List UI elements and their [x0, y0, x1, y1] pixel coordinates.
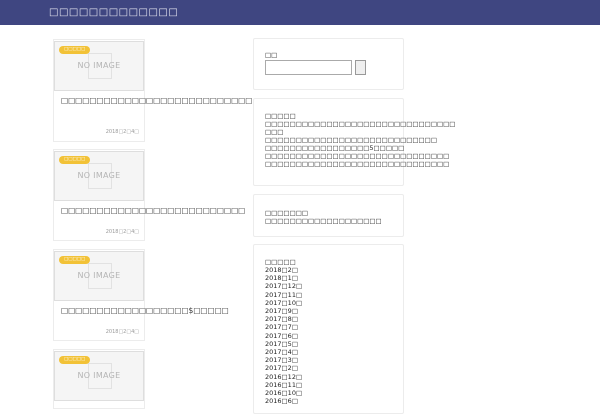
post-thumbnail[interactable]: NO IMAGE □□□□□	[54, 41, 144, 91]
site-header: □□□□□□□□□□□□□	[0, 0, 600, 25]
post-title[interactable]: □□□□□□□□□□□□□□□□□□□□□□□□□□□	[54, 91, 252, 106]
about-line: □□□□□□□□□□□□□□□□□□□□□□□□□□□□□□	[265, 160, 450, 168]
post-card[interactable]: NO IMAGE □□□□□ □□□□□□□□□□□□□□□□□□$□□□□□ …	[53, 249, 229, 341]
category-badge[interactable]: □□□□□	[59, 256, 91, 264]
archive-link[interactable]: 2017□4□	[265, 348, 302, 356]
about-line: □□□	[265, 128, 284, 136]
archive-link[interactable]: 2016□11□	[265, 381, 302, 389]
about-line: □□□□□□□□□□□□□□□□□□□□□□□□□□□□	[265, 136, 437, 144]
post-date: 2018□2□4□	[105, 129, 139, 135]
archive-link[interactable]: 2017□3□	[265, 356, 302, 364]
no-image-label: NO IMAGE	[77, 371, 121, 380]
no-image-label: NO IMAGE	[77, 271, 121, 280]
post-thumbnail[interactable]: NO IMAGE □□□□□	[54, 351, 144, 401]
archive-link[interactable]: 2017□8□	[265, 315, 302, 323]
archive-link[interactable]: 2017□5□	[265, 340, 302, 348]
post-title[interactable]: □□□□□□□□□□□□□□□□□□□□□□□□□□	[54, 201, 245, 216]
post-card[interactable]: NO IMAGE □□□□□	[53, 349, 145, 409]
recent-comments-widget: □□□□□□□ □□□□□□□□□□□□□□□□□□□	[253, 194, 404, 237]
about-line: □□□□□□□□□□□□□□□□□□□□□□□□□□□□□□□	[265, 120, 456, 128]
post-date: 2018□2□4□	[105, 229, 139, 235]
category-badge[interactable]: □□□□□	[59, 156, 91, 164]
archive-link[interactable]: 2016□12□	[265, 373, 302, 381]
archive-link[interactable]: 2017□7□	[265, 323, 302, 331]
about-widget: □□□□□ □□□□□□□□□□□□□□□□□□□□□□□□□□□□□□□ □□…	[253, 98, 455, 186]
post-card[interactable]: NO IMAGE □□□□□ □□□□□□□□□□□□□□□□□□□□□□□□□…	[53, 149, 245, 241]
comments-text: □□□□□□□□□□□□□□□□□□□	[265, 217, 382, 225]
archive-link[interactable]: 2017□12□	[265, 282, 302, 290]
category-badge[interactable]: □□□□□	[59, 46, 91, 54]
post-thumbnail[interactable]: NO IMAGE □□□□□	[54, 151, 144, 201]
post-thumbnail[interactable]: NO IMAGE □□□□□	[54, 251, 144, 301]
category-badge[interactable]: □□□□□	[59, 356, 91, 364]
archive-link[interactable]: 2016□6□	[265, 397, 302, 405]
about-line: □□□□□□□□□□□□□□□□□□□□□□□□□□□□□□	[265, 152, 450, 160]
post-title[interactable]: □□□□□□□□□□□□□□□□□□$□□□□□	[54, 301, 229, 316]
post-date: 2018□2□4□	[105, 329, 139, 335]
archive-link[interactable]: 2017□11□	[265, 291, 302, 299]
archive-link[interactable]: 2017□2□	[265, 364, 302, 372]
search-input[interactable]	[265, 60, 352, 75]
archive-link[interactable]: 2018□2□	[265, 266, 302, 274]
post-card[interactable]: NO IMAGE □□□□□ □□□□□□□□□□□□□□□□□□□□□□□□□…	[53, 39, 252, 142]
about-line: □□□□□□□□□□□□□□□□□5□□□□□	[265, 144, 405, 152]
archive-link[interactable]: 2018□1□	[265, 274, 302, 282]
about-widget-title: □□□□□	[265, 112, 296, 120]
archive-link[interactable]: 2017□10□	[265, 299, 302, 307]
archive-widget-title: □□□□□	[265, 258, 296, 266]
archive-link[interactable]: 2017□6□	[265, 332, 302, 340]
archive-link[interactable]: 2017□9□	[265, 307, 302, 315]
archive-link[interactable]: 2016□10□	[265, 389, 302, 397]
about-text: □□□□□□□□□□□□□□□□□□□□□□□□□□□□□□□ □□□ □□□□…	[265, 120, 455, 168]
search-widget-title: □□	[265, 51, 278, 59]
no-image-label: NO IMAGE	[77, 61, 121, 70]
archive-widget: □□□□□ 2018□2□ 2018□1□ 2017□12□ 2017□11□ …	[253, 244, 404, 414]
site-title[interactable]: □□□□□□□□□□□□□	[49, 7, 178, 18]
no-image-label: NO IMAGE	[77, 171, 121, 180]
search-button[interactable]	[355, 60, 366, 75]
archive-list: 2018□2□ 2018□1□ 2017□12□ 2017□11□ 2017□1…	[265, 266, 302, 405]
search-widget: □□	[253, 38, 404, 90]
comments-widget-title: □□□□□□□	[265, 209, 308, 217]
